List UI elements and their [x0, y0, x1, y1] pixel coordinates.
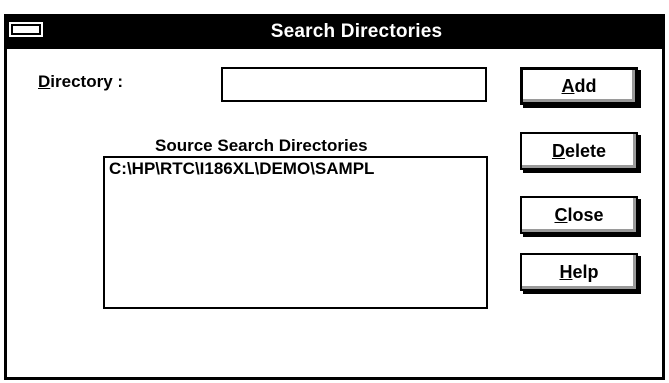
system-menu-button[interactable]: [4, 14, 48, 49]
directory-input[interactable]: [221, 67, 487, 102]
title-bar[interactable]: Search Directories: [4, 14, 665, 49]
source-directories-listbox[interactable]: C:\HP\RTC\I186XL\DEMO\SAMPL: [103, 156, 488, 309]
directory-label: Directory :: [38, 72, 124, 91]
list-item[interactable]: C:\HP\RTC\I186XL\DEMO\SAMPL: [105, 158, 486, 180]
system-menu-icon: [11, 24, 41, 35]
delete-button[interactable]: Delete: [520, 132, 638, 170]
source-search-directories-label: Source Search Directories: [155, 136, 368, 155]
window-title: Search Directories: [270, 21, 443, 42]
close-button[interactable]: Close: [520, 196, 638, 234]
help-button[interactable]: Help: [520, 253, 638, 291]
add-button[interactable]: Add: [520, 67, 638, 105]
